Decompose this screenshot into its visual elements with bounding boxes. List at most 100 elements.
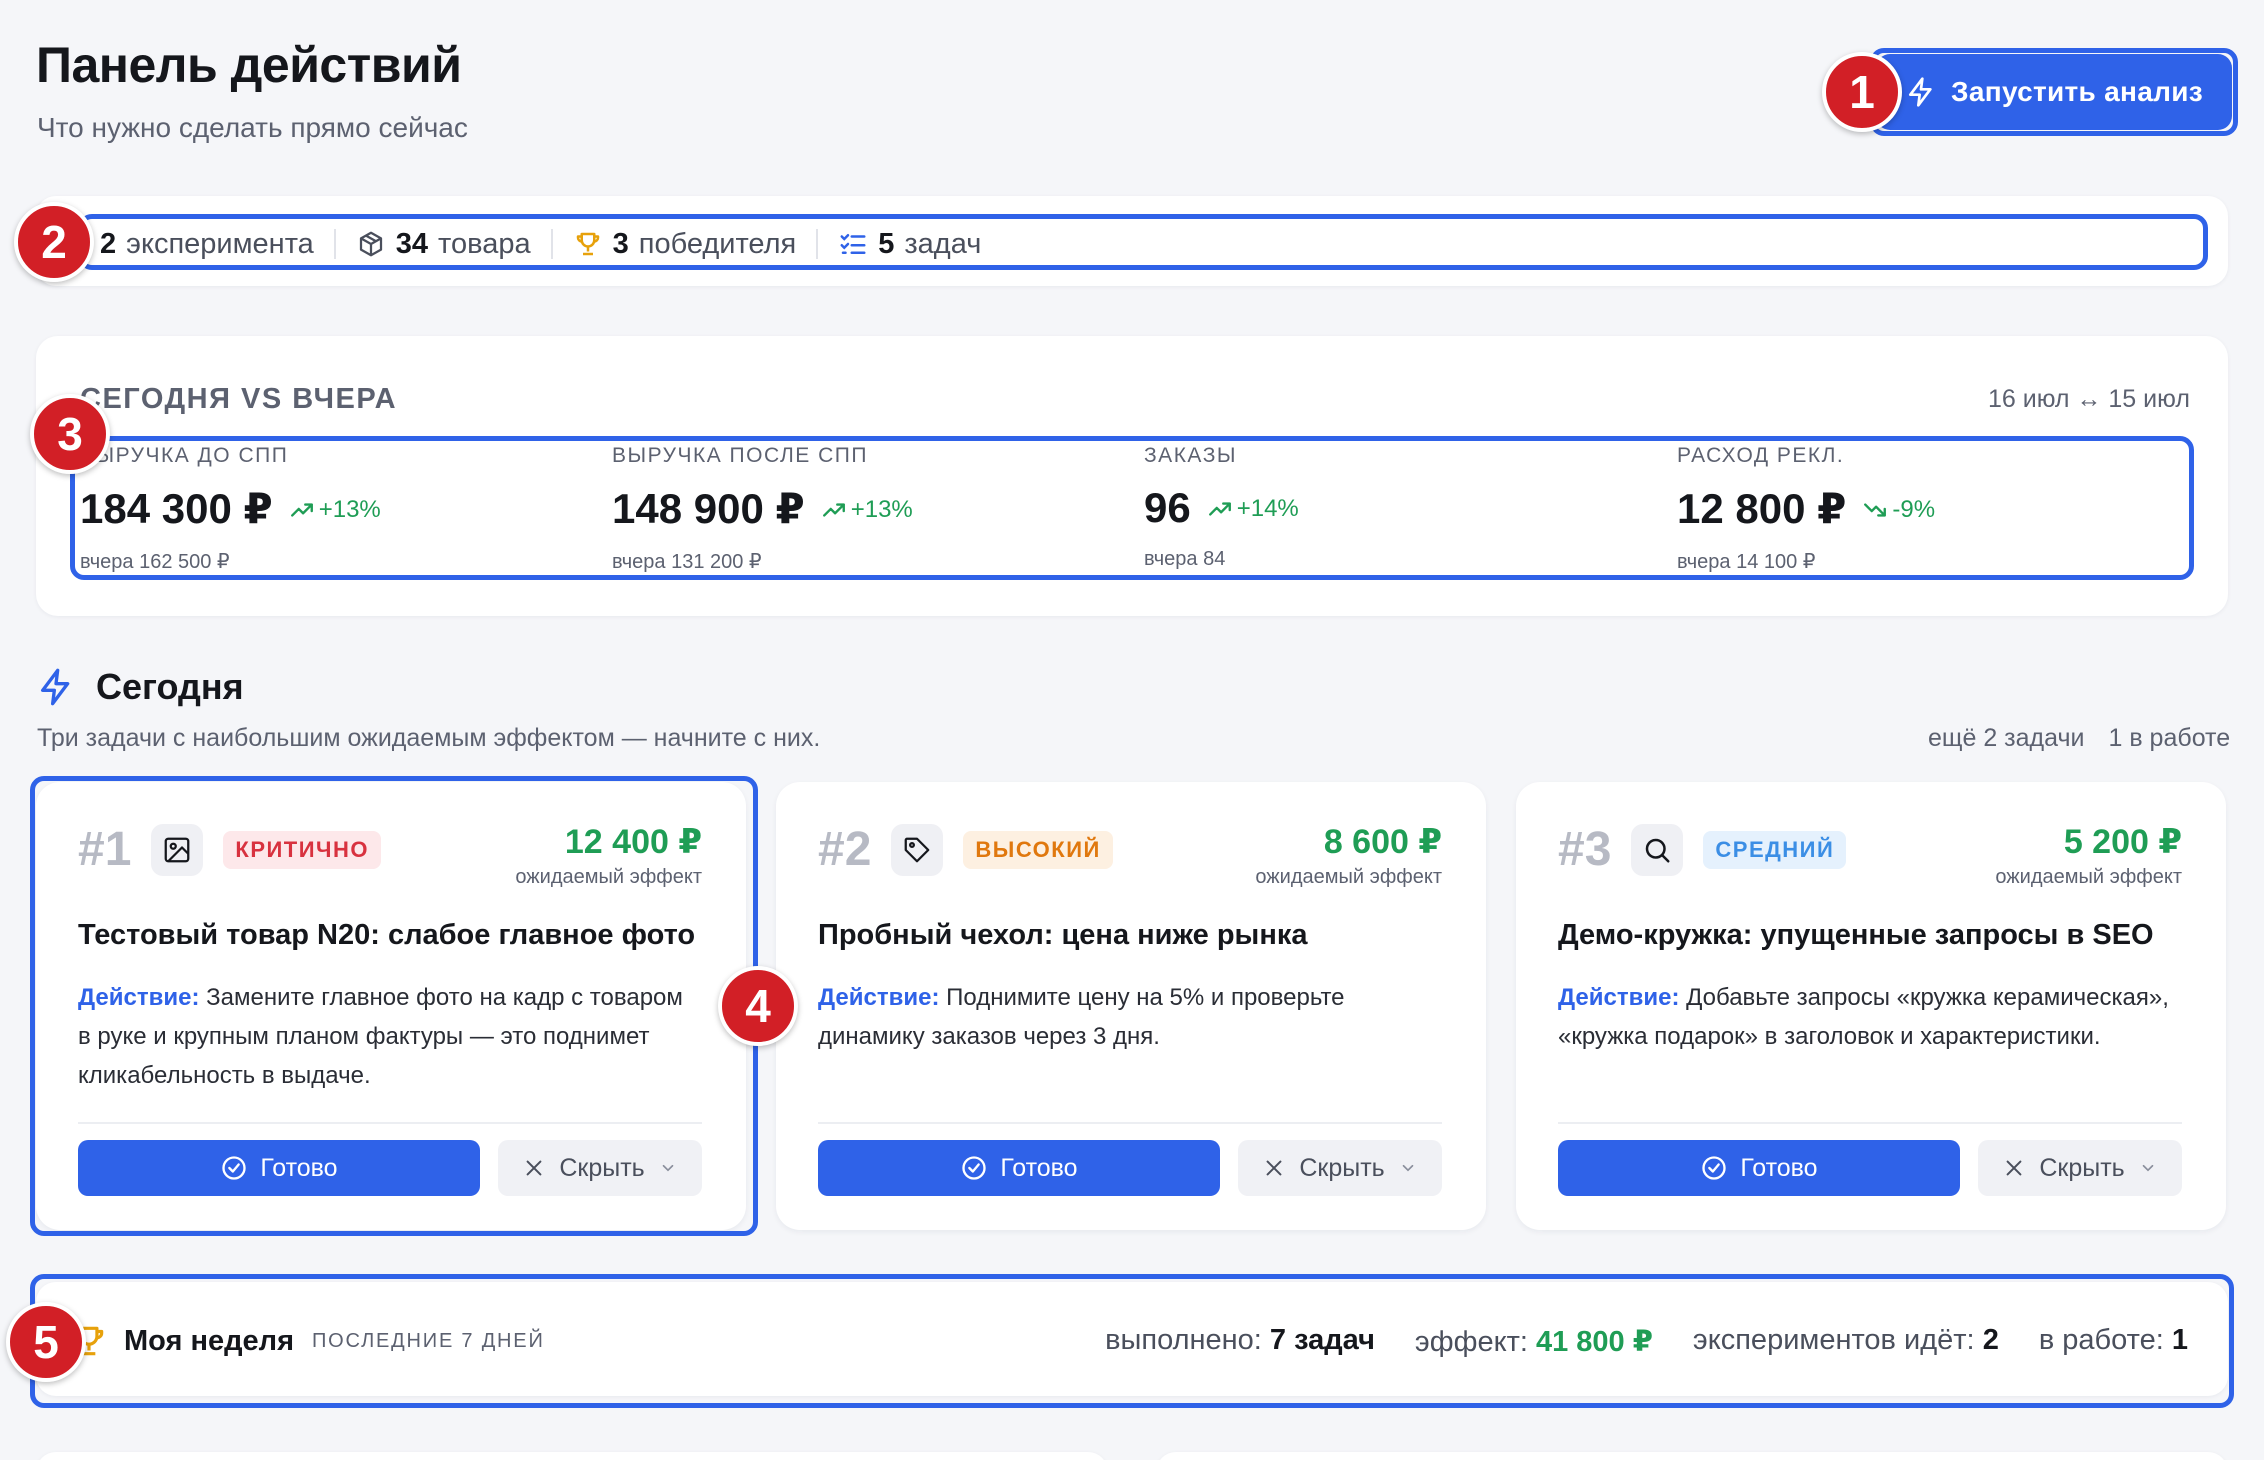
callout-badge-3: 3	[30, 394, 110, 474]
lightning-icon	[41, 668, 70, 706]
stat-label: товара	[438, 227, 531, 260]
week-header: Моя неделя ПОСЛЕДНИЕ 7 ДНЕЙ	[70, 1322, 545, 1360]
chevron-down-icon	[2142, 1164, 2153, 1172]
page-subtitle: Что нужно сделать прямо сейчас	[37, 112, 468, 143]
week-in-progress-label: в работе:	[2038, 1324, 2164, 1356]
week-experiments-label: экспериментов идёт:	[1692, 1324, 1975, 1356]
divider	[78, 1122, 702, 1124]
metric-delta-value: +13%	[850, 496, 913, 523]
stat-tasks[interactable]: 5 задач	[818, 228, 1001, 261]
task-title: Тестовый товар N20: слабое главное фото	[78, 919, 696, 951]
check-circle-icon	[222, 1156, 247, 1180]
metric-label: ЗАКАЗЫ	[1144, 444, 1237, 467]
metric-revenue-before-spp: ВЫРУЧКА ДО СПП 184 300 ₽ +13% вчера 162 …	[80, 444, 580, 574]
task-action: Действие: Замените главное фото на кадр …	[78, 978, 702, 1096]
callout-badge-4: 4	[718, 966, 798, 1046]
chevron-down-icon	[1402, 1164, 1413, 1172]
comparison-dates: 16 июл ↔ 15 июл	[1988, 385, 2190, 413]
metric-label: РАСХОД РЕКЛ.	[1677, 444, 1845, 467]
today-subtitle: Три задачи с наибольшим ожидаемым эффект…	[37, 724, 821, 752]
more-tasks-link[interactable]: ещё 2 задачи	[1928, 724, 2084, 753]
stat-value: 34	[395, 227, 429, 260]
today-title: Сегодня	[96, 666, 244, 707]
callout-badge-1: 1	[1822, 52, 1902, 132]
close-icon	[526, 1160, 542, 1176]
week-experiments: экспериментов идёт: 2	[1693, 1324, 1999, 1359]
checklist-icon	[840, 234, 866, 254]
task-rank: #3	[1558, 823, 1612, 876]
trend-down-icon	[1864, 503, 1887, 517]
stat-winners[interactable]: 3 победителя	[553, 228, 817, 261]
stat-label: задач	[904, 227, 982, 260]
done-button[interactable]: Готово	[818, 1140, 1220, 1196]
trophy-icon	[576, 232, 599, 256]
done-label: Готово	[260, 1153, 338, 1182]
week-in-progress: в работе: 1	[2039, 1324, 2188, 1359]
week-effect-label: эффект:	[1414, 1326, 1528, 1358]
metric-value: 12 800 ₽	[1677, 485, 1847, 532]
done-label: Готово	[1740, 1153, 1818, 1182]
close-icon	[2006, 1160, 2022, 1176]
image-icon	[151, 823, 204, 876]
metric-delta: +13%	[289, 496, 381, 524]
run-analysis-button[interactable]: Запустить анализ	[1876, 54, 2232, 130]
stat-label: эксперимента	[126, 227, 314, 260]
week-experiments-value: 2	[1982, 1324, 1999, 1356]
hide-label: Скрыть	[2039, 1153, 2125, 1182]
stat-value: 3	[612, 227, 629, 260]
hide-dropdown-button[interactable]: Скрыть	[1238, 1140, 1442, 1196]
check-circle-icon	[962, 1156, 987, 1180]
hide-dropdown-button[interactable]: Скрыть	[1978, 1140, 2182, 1196]
page-title: Панель действий	[36, 37, 462, 93]
close-icon	[1266, 1160, 1282, 1176]
metric-delta-value: +14%	[1236, 495, 1299, 522]
week-title: Моя неделя	[124, 1324, 294, 1357]
task-title: Пробный чехол: цена ниже рынка	[818, 919, 1308, 951]
trend-up-icon	[822, 503, 845, 517]
week-done: выполнено: 7 задач	[1105, 1324, 1375, 1359]
task-effect-label: ожидаемый эффект	[1255, 866, 1442, 888]
metric-previous: вчера 14 100 ₽	[1677, 551, 1816, 573]
action-label: Действие:	[818, 984, 940, 1011]
task-rank: #2	[818, 823, 872, 876]
task-effect-value: 8 600 ₽	[1323, 823, 1442, 861]
summary-stats-row: 2 эксперимента 34 товара 3 победителя 5 …	[100, 220, 1001, 268]
metric-ad-spend: РАСХОД РЕКЛ. 12 800 ₽ -9% вчера 14 100 ₽	[1677, 444, 2177, 574]
hide-label: Скрыть	[559, 1153, 645, 1182]
hide-dropdown-button[interactable]: Скрыть	[498, 1140, 702, 1196]
lightning-icon	[1909, 77, 1932, 107]
stat-experiments[interactable]: 2 эксперимента	[100, 228, 334, 261]
action-label: Действие:	[1558, 984, 1680, 1011]
task-effect-label: ожидаемый эффект	[515, 866, 702, 888]
metric-previous: вчера 162 500 ₽	[80, 551, 230, 573]
done-button[interactable]: Готово	[1558, 1140, 1960, 1196]
task-title: Демо-кружка: упущенные запросы в SEO	[1558, 919, 2154, 951]
done-label: Готово	[1000, 1153, 1078, 1182]
stat-label: победителя	[638, 227, 797, 260]
trend-up-icon	[290, 503, 313, 517]
action-label: Действие:	[78, 984, 200, 1011]
task-card-3: #3 СРЕДНИЙ 5 200 ₽ ожидаемый эффект Демо…	[1516, 782, 2226, 1230]
bottom-card-left	[36, 1452, 1108, 1460]
task-card-2: #2 ВЫСОКИЙ 8 600 ₽ ожидаемый эффект Проб…	[776, 782, 1486, 1230]
metric-delta: +13%	[821, 496, 913, 524]
stat-products[interactable]: 34 товара	[336, 228, 551, 261]
metric-label: ВЫРУЧКА ПОСЛЕ СПП	[612, 444, 868, 467]
metric-delta-value: -9%	[1892, 496, 1936, 523]
stat-value: 5	[878, 227, 895, 260]
priority-badge: СРЕДНИЙ	[1703, 830, 1847, 869]
week-period: ПОСЛЕДНИЕ 7 ДНЕЙ	[312, 1329, 545, 1352]
in-progress-link[interactable]: 1 в работе	[2108, 724, 2230, 753]
task-action: Действие: Поднимите цену на 5% и проверь…	[818, 978, 1442, 1096]
done-button[interactable]: Готово	[78, 1140, 480, 1196]
stat-value: 2	[100, 227, 117, 260]
metric-delta: -9%	[1862, 496, 1935, 524]
box-icon	[359, 231, 382, 257]
hide-label: Скрыть	[1299, 1153, 1385, 1182]
today-header: Сегодня	[36, 666, 244, 708]
today-meta: ещё 2 задачи 1 в работе	[1928, 724, 2230, 753]
chevron-down-icon	[662, 1164, 673, 1172]
search-icon	[1631, 823, 1684, 876]
divider	[818, 1122, 1442, 1124]
task-rank: #1	[78, 823, 132, 876]
